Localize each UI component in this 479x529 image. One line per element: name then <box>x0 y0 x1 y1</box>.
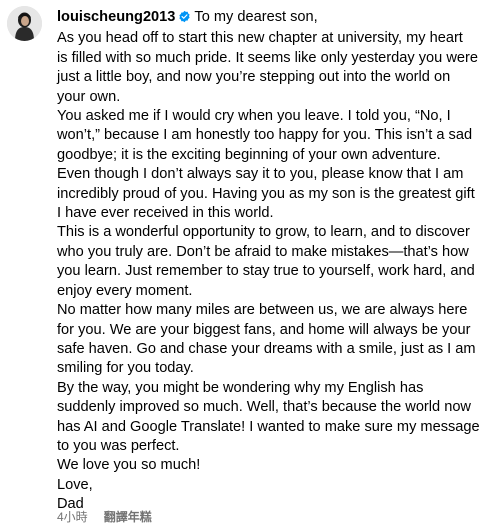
post-meta: 4小時 翻譯年糕 <box>57 508 152 525</box>
caption-line: your own. <box>57 88 121 105</box>
caption-line: enjoy every moment. <box>57 282 193 299</box>
caption-line: suddenly improved so much. Well, that’s … <box>57 399 471 416</box>
caption-line: By the way, you might be wondering why m… <box>57 379 424 396</box>
post-caption: louischeung2013 To my dearest son, As you… <box>0 0 479 529</box>
caption-text: louischeung2013 To my dearest son, As you… <box>57 8 479 515</box>
caption-line: Love, <box>57 476 93 493</box>
caption-line: won’t,” because I am honestly too happy … <box>57 127 473 144</box>
caption-line: As you head off to start this new chapte… <box>57 30 463 47</box>
caption-line: is filled with so much pride. It seems l… <box>57 49 478 66</box>
translate-button[interactable]: 翻譯年糕 <box>104 510 152 524</box>
caption-line: I have ever received in this world. <box>57 205 274 222</box>
caption-line: We love you so much! <box>57 457 201 474</box>
caption-line: for you. We are your biggest fans, and h… <box>57 321 471 338</box>
caption-line: safe haven. Go and chase your dreams wit… <box>57 340 476 357</box>
caption-line: No matter how many miles are between us,… <box>57 302 468 319</box>
caption-line: has AI and Google Translate! I wanted to… <box>57 418 479 435</box>
avatar-image <box>7 6 42 41</box>
caption-line: This is a wonderful opportunity to grow,… <box>57 224 470 241</box>
caption-first-line: louischeung2013 To my dearest son, <box>57 8 475 29</box>
caption-body: As you head off to start this new chapte… <box>57 29 479 514</box>
caption-line: to you was perfect. <box>57 437 180 454</box>
caption-line: You asked me if I would cry when you lea… <box>57 108 451 125</box>
avatar[interactable] <box>7 6 42 41</box>
username-link[interactable]: louischeung2013 <box>57 9 175 25</box>
caption-line: you learn. Just remember to stay true to… <box>57 263 475 280</box>
caption-line: just a little boy, and now you’re steppi… <box>57 69 451 86</box>
caption-line: Even though I don’t always say it to you… <box>57 166 464 183</box>
caption-greeting: To my dearest son, <box>194 9 318 25</box>
caption-line: smiling for you today. <box>57 360 194 377</box>
verified-badge-icon <box>178 10 191 29</box>
caption-line: incredibly proud of you. Having you as m… <box>57 185 475 202</box>
caption-line: goodbye; it is the exciting beginning of… <box>57 146 441 163</box>
timestamp[interactable]: 4小時 <box>57 510 88 524</box>
caption-line: who you truly are. Don’t be afraid to ma… <box>57 243 469 260</box>
